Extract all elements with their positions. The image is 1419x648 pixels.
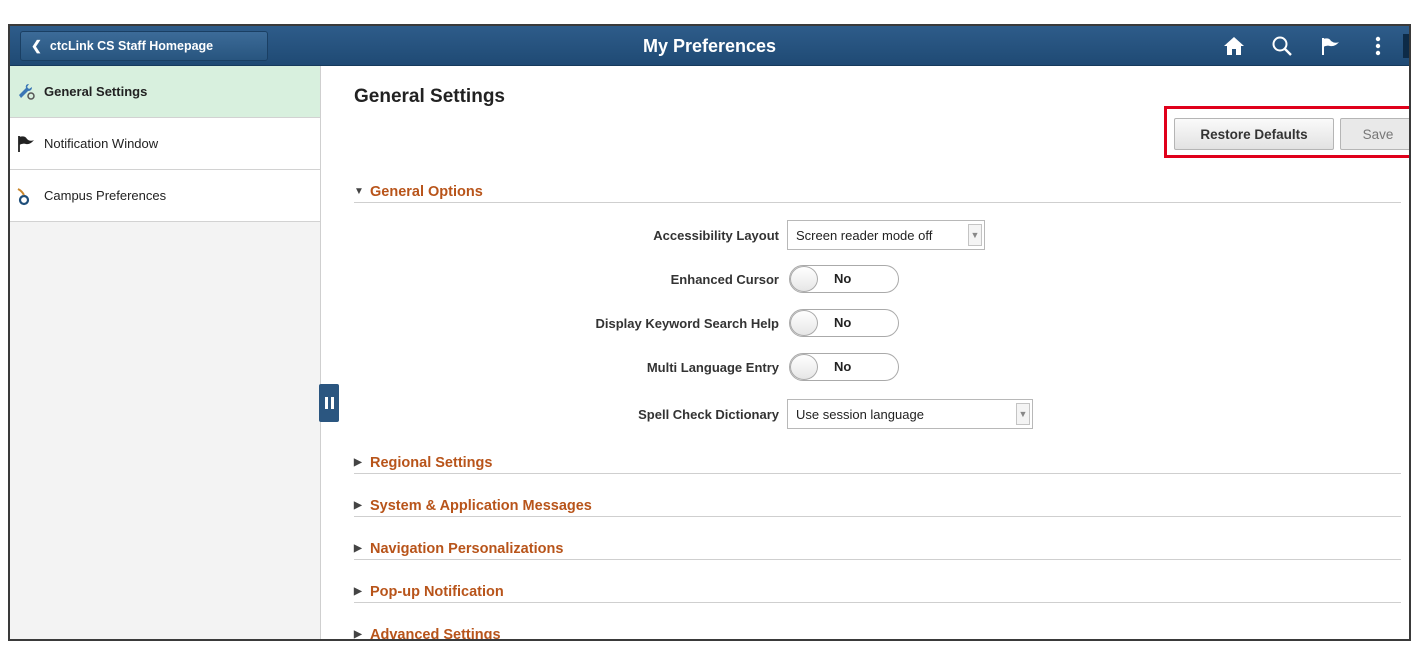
chevron-down-icon: ▼ bbox=[968, 224, 982, 246]
back-button[interactable]: ❮ ctcLink CS Staff Homepage bbox=[20, 31, 268, 61]
caret-right-icon: ▶ bbox=[354, 543, 362, 554]
toggle-value: No bbox=[834, 271, 852, 286]
keyword-search-help-label: Display Keyword Search Help bbox=[595, 316, 779, 331]
sidebar-item-label: Campus Preferences bbox=[44, 188, 167, 203]
select-value: Screen reader mode off bbox=[796, 227, 933, 243]
main-content: General Settings Restore Defaults Save ▼… bbox=[322, 66, 1409, 639]
section-navigation-personalizations[interactable]: ▶ Navigation Personalizations bbox=[354, 538, 1401, 560]
toggle-value: No bbox=[834, 315, 852, 330]
flag-icon bbox=[16, 134, 36, 154]
toggle-knob bbox=[790, 266, 818, 292]
sidebar: General Settings Notification Window Cam… bbox=[10, 66, 321, 639]
flag-icon[interactable] bbox=[1317, 33, 1343, 59]
app-window: ❮ ctcLink CS Staff Homepage My Preferenc… bbox=[8, 24, 1411, 641]
section-title: Navigation Personalizations bbox=[370, 540, 564, 557]
section-title: Advanced Settings bbox=[370, 626, 501, 641]
caret-right-icon: ▶ bbox=[354, 629, 362, 640]
multi-language-entry-toggle[interactable]: No bbox=[789, 353, 899, 381]
settings-wrench-icon bbox=[16, 82, 36, 102]
section-title: Regional Settings bbox=[370, 454, 493, 471]
caret-right-icon: ▶ bbox=[354, 500, 362, 511]
section-regional-settings[interactable]: ▶ Regional Settings bbox=[354, 452, 1401, 474]
restore-defaults-button[interactable]: Restore Defaults bbox=[1174, 118, 1334, 150]
campus-icon bbox=[16, 186, 36, 206]
section-system-application-messages[interactable]: ▶ System & Application Messages bbox=[354, 495, 1401, 517]
chevron-down-icon: ▼ bbox=[1016, 403, 1030, 425]
sidebar-item-notification-window[interactable]: Notification Window bbox=[10, 118, 320, 170]
accessibility-layout-select[interactable]: Screen reader mode off ▼ bbox=[787, 220, 985, 250]
search-icon[interactable] bbox=[1269, 33, 1295, 59]
accessibility-layout-label: Accessibility Layout bbox=[653, 228, 779, 243]
enhanced-cursor-toggle[interactable]: No bbox=[789, 265, 899, 293]
toggle-value: No bbox=[834, 359, 852, 374]
header-actions bbox=[1221, 26, 1391, 66]
sidebar-item-campus-preferences[interactable]: Campus Preferences bbox=[10, 170, 320, 222]
sidebar-item-general-settings[interactable]: General Settings bbox=[10, 66, 320, 118]
save-button[interactable]: Save bbox=[1340, 118, 1409, 150]
spell-check-dictionary-select[interactable]: Use session language ▼ bbox=[787, 399, 1033, 429]
sidebar-item-label: Notification Window bbox=[44, 136, 159, 151]
keyword-search-help-toggle[interactable]: No bbox=[789, 309, 899, 337]
spell-check-dictionary-label: Spell Check Dictionary bbox=[638, 407, 779, 422]
banner-edge bbox=[1403, 34, 1409, 58]
sidebar-item-label: General Settings bbox=[44, 84, 148, 99]
section-title: System & Application Messages bbox=[370, 497, 592, 514]
back-button-label: ctcLink CS Staff Homepage bbox=[49, 39, 214, 53]
caret-right-icon: ▶ bbox=[354, 586, 362, 597]
more-vertical-icon[interactable] bbox=[1365, 33, 1391, 59]
select-value: Use session language bbox=[796, 406, 924, 422]
enhanced-cursor-label: Enhanced Cursor bbox=[670, 272, 779, 287]
header-banner: ❮ ctcLink CS Staff Homepage My Preferenc… bbox=[10, 26, 1409, 66]
multi-language-entry-label: Multi Language Entry bbox=[646, 360, 779, 375]
section-title: Pop-up Notification bbox=[370, 583, 504, 600]
home-icon[interactable] bbox=[1221, 33, 1247, 59]
chevron-left-icon: ❮ bbox=[31, 38, 42, 53]
section-advanced-settings[interactable]: ▶ Advanced Settings bbox=[354, 624, 1401, 641]
section-popup-notification[interactable]: ▶ Pop-up Notification bbox=[354, 581, 1401, 603]
caret-right-icon: ▶ bbox=[354, 457, 362, 468]
toggle-knob bbox=[790, 354, 818, 380]
toggle-knob bbox=[790, 310, 818, 336]
